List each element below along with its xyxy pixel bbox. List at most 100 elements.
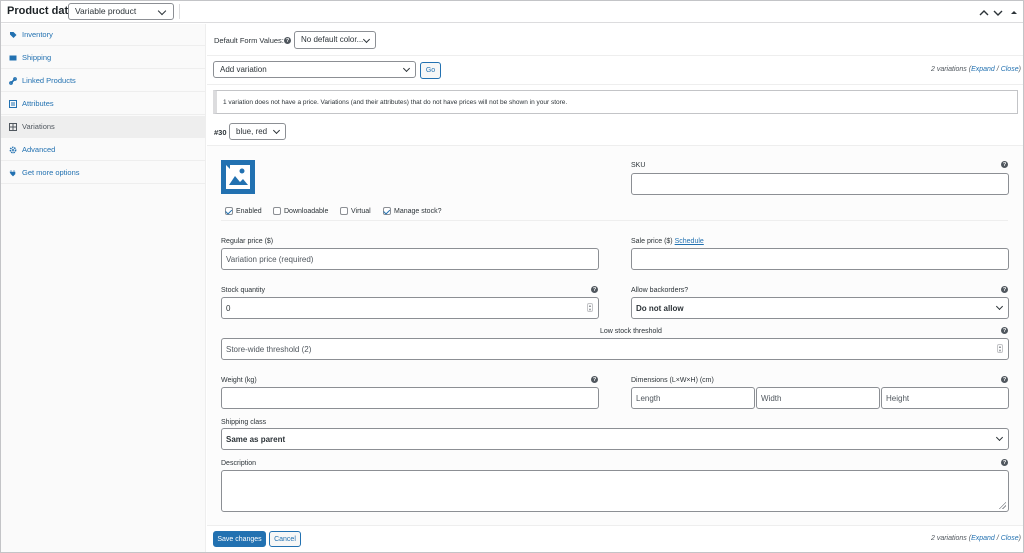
expand-all-link[interactable]: Expand: [971, 66, 995, 73]
sku-input[interactable]: [631, 173, 1009, 195]
low-stock-input[interactable]: Store-wide threshold (2): [221, 338, 1009, 360]
regular-price-input[interactable]: Variation price (required): [221, 248, 599, 270]
cancel-button[interactable]: Cancel: [269, 531, 301, 547]
chevron-down-icon: [402, 64, 411, 73]
help-icon: ?: [1001, 327, 1008, 334]
tab-shipping-label: Shipping: [22, 53, 52, 62]
close-all-link[interactable]: Close: [1001, 66, 1019, 73]
tab-linked-products[interactable]: Linked Products: [1, 70, 206, 92]
dimensions-label: Dimensions (L×W×H) (cm): [631, 377, 714, 384]
close-all-link[interactable]: Close: [1001, 535, 1019, 542]
variation-image-placeholder-icon[interactable]: [221, 160, 255, 194]
divider: [221, 220, 1008, 221]
help-icon: ?: [591, 376, 598, 383]
height-input[interactable]: Height: [881, 387, 1009, 409]
shipping-class-value: Same as parent: [226, 434, 286, 444]
chevron-down-icon: [995, 433, 1004, 442]
schedule-link[interactable]: Schedule: [675, 238, 704, 245]
tab-get-more-options[interactable]: Get more options: [1, 162, 206, 184]
default-color-value: No default color...: [301, 35, 364, 44]
go-button[interactable]: Go: [420, 62, 441, 79]
tab-advanced-label: Advanced: [22, 145, 56, 154]
inventory-tag-icon: [8, 30, 17, 39]
width-input[interactable]: Width: [756, 387, 880, 409]
expand-all-link[interactable]: Expand: [971, 535, 995, 542]
description-textarea[interactable]: [221, 470, 1009, 512]
help-icon: ?: [1001, 376, 1008, 383]
variations-count-text: 2 variations: [931, 66, 967, 73]
divider: [207, 525, 1023, 526]
tab-variations[interactable]: Variations: [1, 116, 206, 138]
variation-attribute-select[interactable]: blue, red: [229, 123, 286, 140]
variation-attribute-value: blue, red: [236, 126, 268, 136]
weight-input[interactable]: [221, 387, 599, 409]
enabled-checkbox[interactable]: [225, 207, 233, 215]
spinner-icon[interactable]: ▲ ▼: [997, 344, 1003, 353]
description-label: Description: [221, 460, 257, 467]
attributes-list-icon: [8, 99, 17, 108]
stock-quantity-label: Stock quantity: [221, 287, 265, 294]
virtual-checkbox[interactable]: [340, 207, 348, 215]
divider: [207, 55, 1023, 56]
tab-inventory-label: Inventory: [22, 30, 53, 39]
sale-price-label: Sale price ($): [631, 238, 673, 245]
shipping-truck-icon: [8, 53, 17, 62]
plugin-icon: [8, 168, 17, 177]
chevron-down-icon: [362, 35, 371, 44]
downloadable-label: Downloadable: [284, 208, 329, 215]
shipping-class-select[interactable]: Same as parent: [221, 428, 1009, 450]
save-changes-button[interactable]: Save changes: [213, 531, 266, 547]
tab-linked-products-label: Linked Products: [22, 76, 76, 85]
chevron-down-icon: [272, 126, 281, 135]
sale-price-input[interactable]: [631, 248, 1009, 270]
tab-variations-label: Variations: [22, 122, 55, 131]
help-icon: ?: [284, 37, 291, 44]
stock-quantity-value: 0: [226, 303, 231, 313]
default-form-values-label: Default Form Values:: [214, 36, 284, 45]
tab-inventory[interactable]: Inventory: [1, 24, 206, 46]
variations-count-top: 2 variations (Expand / Close): [931, 66, 1021, 73]
tab-advanced[interactable]: Advanced: [1, 139, 206, 161]
gear-icon: [8, 145, 17, 154]
regular-price-label: Regular price ($): [221, 238, 274, 245]
sale-price-label-row: Sale price ($) Schedule: [631, 238, 704, 245]
variation-panel: [207, 145, 1023, 525]
backorders-value: Do not allow: [636, 303, 684, 313]
spinner-icon[interactable]: ▲ ▼: [587, 303, 593, 312]
low-stock-label: Low stock threshold: [600, 328, 662, 335]
manage-stock-label: Manage stock?: [394, 208, 442, 215]
move-up-icon[interactable]: [978, 6, 990, 18]
help-icon: ?: [591, 286, 598, 293]
chevron-down-icon: [995, 302, 1004, 311]
backorders-select[interactable]: Do not allow: [631, 297, 1009, 319]
variations-count-text: 2 variations: [931, 535, 967, 542]
product-type-value: Variable product: [75, 6, 137, 17]
shipping-class-label: Shipping class: [221, 419, 267, 426]
length-input[interactable]: Length: [631, 387, 755, 409]
downloadable-checkbox[interactable]: [273, 207, 281, 215]
tab-get-more-options-label: Get more options: [22, 168, 80, 177]
sku-label: SKU: [631, 162, 646, 169]
tab-shipping[interactable]: Shipping: [1, 47, 206, 69]
default-color-select[interactable]: No default color...: [294, 31, 376, 49]
tab-attributes[interactable]: Attributes: [1, 93, 206, 115]
missing-price-notice: 1 variation does not have a price. Varia…: [213, 90, 1018, 114]
chevron-down-icon: [157, 6, 167, 16]
variations-count-bottom: 2 variations (Expand / Close): [931, 535, 1021, 542]
resize-handle-icon[interactable]: [998, 501, 1006, 509]
separator: /: [996, 66, 999, 73]
variation-id: #30: [214, 128, 227, 137]
product-type-select[interactable]: Variable product: [68, 3, 174, 20]
help-icon: ?: [1001, 459, 1008, 466]
help-icon: ?: [1001, 161, 1008, 168]
help-icon: ?: [1001, 286, 1008, 293]
stock-quantity-input[interactable]: 0: [221, 297, 599, 319]
tab-attributes-label: Attributes: [22, 99, 54, 108]
variation-action-select[interactable]: Add variation: [213, 61, 416, 78]
weight-label: Weight (kg): [221, 377, 257, 384]
manage-stock-checkbox[interactable]: [383, 207, 391, 215]
variation-action-value: Add variation: [220, 64, 267, 74]
backorders-label: Allow backorders?: [631, 287, 689, 294]
collapse-toggle-icon[interactable]: [1008, 6, 1020, 18]
move-down-icon[interactable]: [992, 6, 1004, 18]
